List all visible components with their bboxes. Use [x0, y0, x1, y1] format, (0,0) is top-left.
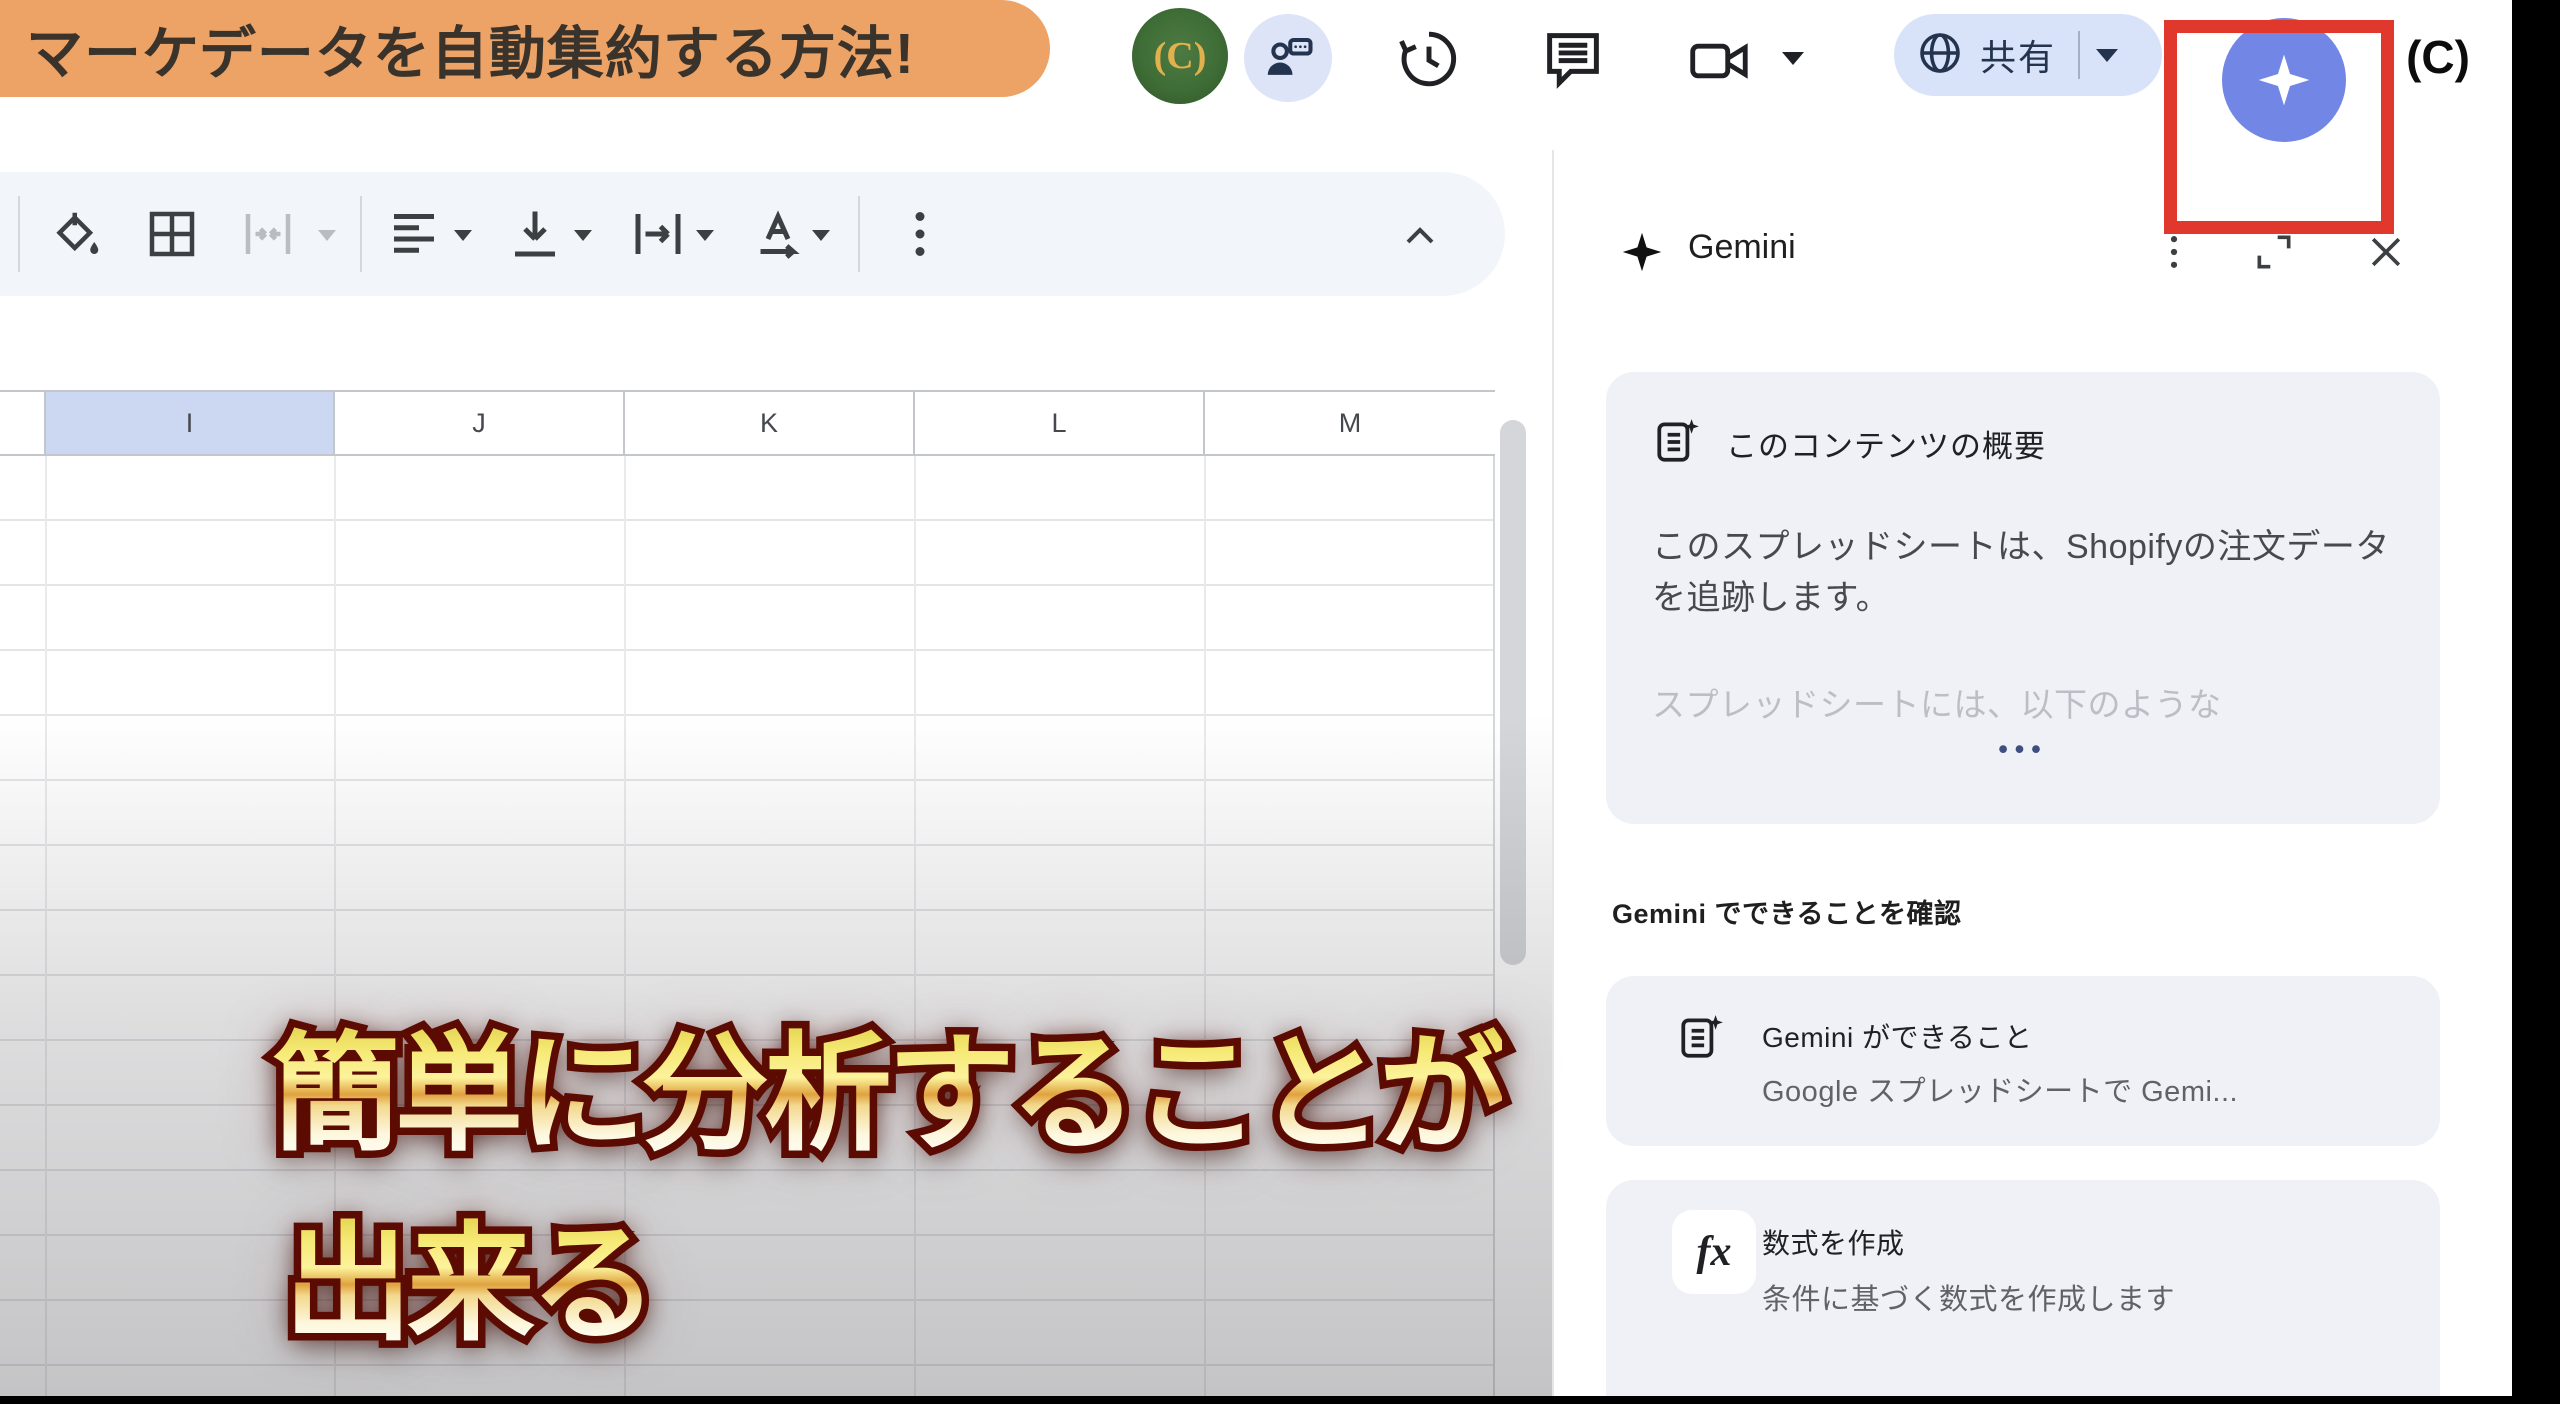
panel-expand-icon[interactable]	[2252, 230, 2296, 279]
merge-cells-icon[interactable]	[238, 204, 298, 269]
overlay-caption-line2: 出来る	[284, 1214, 653, 1355]
summarize-doc-icon	[1652, 416, 1702, 471]
column-header-row: I J K L M	[0, 390, 1495, 456]
panel-divider	[1552, 150, 1554, 1404]
suggestion-card-about-gemini[interactable]: Gemini ができること Google スプレッドシートで Gemi...	[1606, 976, 2440, 1146]
summarize-doc-icon	[1676, 1012, 1726, 1067]
suggestion-subtitle: Google スプレッドシートで Gemi...	[1762, 1068, 2238, 1110]
highlight-rectangle	[2164, 20, 2394, 234]
suggestion-title: Gemini ができること	[1762, 1016, 2032, 1056]
panel-close-icon[interactable]	[2364, 230, 2408, 279]
column-header-partial[interactable]	[0, 392, 46, 454]
version-history-icon[interactable]	[1396, 26, 1462, 97]
text-wrap-caret[interactable]	[696, 230, 714, 241]
sheet-grid[interactable]	[0, 456, 1495, 1404]
toolbar-divider	[360, 196, 362, 272]
collapse-toolbar-icon[interactable]	[1396, 212, 1444, 265]
horizontal-align-icon[interactable]	[384, 204, 444, 269]
summary-card-header: このコンテンツの概要	[1652, 416, 2046, 471]
borders-icon[interactable]	[142, 204, 202, 269]
channel-watermark: (C)	[2388, 30, 2488, 84]
horizontal-align-caret[interactable]	[454, 230, 472, 241]
column-header-I[interactable]: I	[46, 392, 335, 454]
share-button-label: 共有	[1980, 29, 2056, 81]
suggestion-card-create-formula[interactable]: fx 数式を作成 条件に基づく数式を作成します	[1606, 1180, 2440, 1404]
screen-edge-bar	[2512, 0, 2560, 1404]
suggestion-title: 数式を作成	[1762, 1222, 1905, 1262]
suggestion-subtitle: 条件に基づく数式を作成します	[1762, 1276, 2175, 1318]
collaborator-chat-icon[interactable]	[1244, 14, 1332, 102]
vertical-scrollbar[interactable]	[1500, 420, 1526, 965]
account-avatar[interactable]: (C)	[1132, 8, 1228, 104]
comments-icon[interactable]	[1540, 26, 1606, 97]
overlay-caption-line1: 簡単に分析することが	[272, 1024, 1502, 1165]
share-button[interactable]: 共有	[1894, 14, 2162, 96]
formula-fx-icon: fx	[1672, 1210, 1756, 1294]
grid-line	[1204, 456, 1206, 1404]
grid-edge	[1493, 390, 1495, 1404]
grid-line	[45, 456, 47, 1404]
toolbar-divider	[858, 196, 860, 272]
fill-color-icon[interactable]	[46, 204, 106, 269]
vertical-align-icon[interactable]	[505, 204, 565, 269]
meet-camera-caret[interactable]	[1782, 52, 1804, 65]
column-header-L[interactable]: L	[915, 392, 1205, 454]
panel-more-icon[interactable]	[2152, 230, 2196, 279]
globe-icon	[1916, 29, 1964, 82]
column-header-J[interactable]: J	[335, 392, 625, 454]
suggestions-section-label: Gemini でできることを確認	[1612, 892, 1961, 931]
video-caption-banner: マーケデータを自動集約する方法!	[0, 0, 1050, 97]
more-toolbar-icon[interactable]	[890, 204, 950, 269]
vertical-align-caret[interactable]	[574, 230, 592, 241]
summary-more-dots[interactable]: •••	[1606, 734, 2440, 765]
gemini-sparkle-icon	[1620, 230, 1664, 279]
text-wrap-icon[interactable]	[628, 204, 688, 269]
summary-card-title: このコンテンツの概要	[1726, 421, 2046, 466]
summary-streaming-text: スプレッドシートには、以下のような	[1652, 678, 2404, 726]
panel-title: Gemini	[1688, 228, 1796, 267]
text-rotation-icon[interactable]	[748, 204, 808, 269]
screen-edge-bar	[0, 1396, 2560, 1404]
toolbar-divider	[18, 196, 20, 272]
share-caret[interactable]	[2096, 49, 2118, 62]
text-rotation-caret[interactable]	[812, 230, 830, 241]
meet-camera-icon[interactable]	[1686, 28, 1756, 99]
column-header-K[interactable]: K	[625, 392, 915, 454]
column-header-M[interactable]: M	[1205, 392, 1495, 454]
share-divider	[2078, 31, 2080, 79]
grid-line	[914, 456, 916, 1404]
app-window: I J K L M	[0, 0, 2560, 1404]
summary-card[interactable]: このコンテンツの概要 このスプレッドシートは、Shopifyの注文データを追跡し…	[1606, 372, 2440, 824]
summary-text: このスプレッドシートは、Shopifyの注文データを追跡します。	[1652, 522, 2404, 624]
toolbar	[0, 172, 1505, 296]
merge-cells-caret[interactable]	[318, 230, 336, 241]
